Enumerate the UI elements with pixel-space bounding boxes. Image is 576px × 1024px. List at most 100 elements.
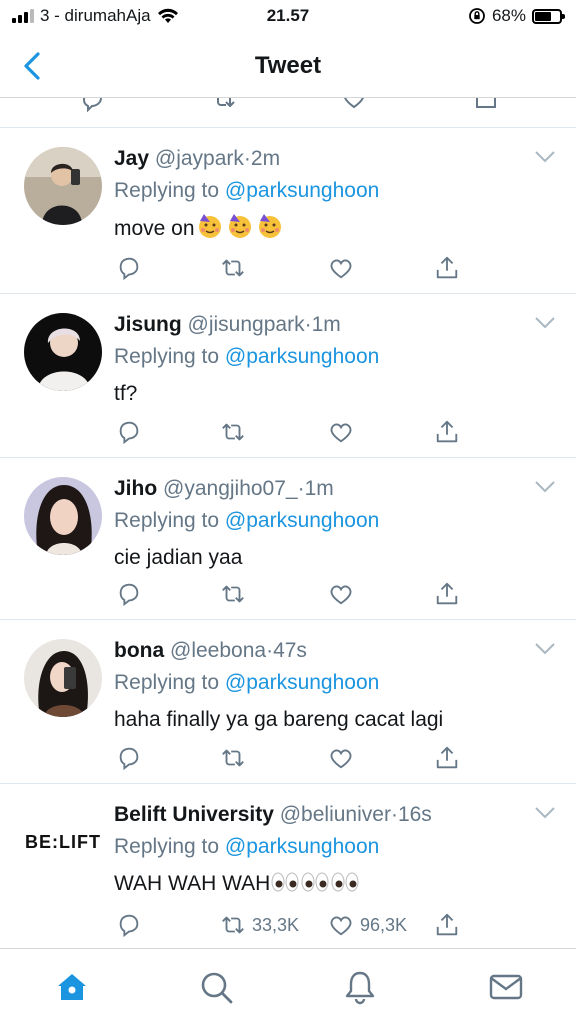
avatar[interactable]: BE:LIFT: [24, 803, 102, 881]
display-name[interactable]: Jisung: [114, 313, 182, 336]
share-button[interactable]: [434, 253, 460, 283]
partial-actions-row: [0, 98, 576, 128]
reply-icon: [119, 257, 139, 281]
like-button[interactable]: [328, 253, 360, 283]
status-right: 68%: [468, 6, 565, 26]
avatar[interactable]: [24, 477, 102, 555]
timestamp: 47s: [273, 639, 307, 662]
share-icon: [436, 913, 458, 936]
share-button[interactable]: [434, 743, 460, 773]
home-icon: [58, 974, 86, 1000]
tweet[interactable]: Jiho @yangjiho07_·1m Replying to @parksu…: [0, 458, 576, 620]
tweet[interactable]: Jisung @jisungpark·1m Replying to @parks…: [0, 294, 576, 458]
heart-icon: [330, 423, 352, 443]
tweet-body: Jisung @jisungpark·1m Replying to @parks…: [114, 310, 536, 412]
retweet-icon[interactable]: [210, 98, 238, 112]
mention-link[interactable]: @parksunghoon: [225, 509, 379, 532]
reply-button[interactable]: [116, 579, 142, 609]
mention-link[interactable]: @parksunghoon: [225, 345, 379, 368]
tweet-header: bona @leebona·47s: [114, 636, 536, 666]
display-name[interactable]: Jay: [114, 147, 149, 170]
reply-icon[interactable]: [78, 98, 106, 112]
display-name[interactable]: Jiho: [114, 477, 157, 500]
notifications-icon: [345, 971, 375, 1005]
share-button[interactable]: [434, 910, 460, 940]
share-button[interactable]: [434, 417, 460, 447]
tweet-list: Jay @jaypark·2m Replying to @parksunghoo…: [0, 128, 576, 950]
like-button[interactable]: [328, 743, 360, 773]
username[interactable]: @jaypark: [155, 147, 244, 170]
mention-link[interactable]: @parksunghoon: [225, 179, 379, 202]
timestamp: 1m: [304, 477, 334, 500]
tweet-header: Jisung @jisungpark·1m: [114, 310, 536, 340]
chevron-down-icon[interactable]: [534, 806, 556, 820]
avatar[interactable]: [24, 639, 102, 717]
username[interactable]: @beliuniver: [280, 803, 391, 826]
like-icon[interactable]: [340, 98, 368, 112]
replying-to: Replying to @parksunghoon: [114, 340, 536, 374]
reply-icon: [119, 583, 139, 607]
reply-icon: [119, 747, 139, 771]
status-left: 3 - dirumahAja: [12, 6, 179, 26]
share-button[interactable]: [434, 579, 460, 609]
share-icon[interactable]: [472, 98, 500, 112]
share-icon: [436, 746, 458, 769]
reply-button[interactable]: [116, 417, 142, 447]
separator: ·: [390, 803, 398, 826]
like-button[interactable]: [328, 417, 360, 447]
mention-link[interactable]: @parksunghoon: [225, 671, 379, 694]
separator: ·: [243, 147, 251, 170]
retweet-button[interactable]: 33,3K: [220, 910, 299, 940]
orientation-lock-icon: [469, 8, 485, 24]
carrier-label: 3 - dirumahAja: [40, 6, 151, 25]
wifi-icon: [157, 8, 178, 23]
separator: ·: [304, 313, 312, 336]
display-name[interactable]: bona: [114, 639, 164, 662]
username[interactable]: @leebona: [170, 639, 266, 662]
tweet-actions: [114, 253, 514, 283]
back-button[interactable]: [16, 48, 52, 84]
username[interactable]: @jisungpark: [188, 313, 305, 336]
heart-icon: [330, 749, 352, 769]
retweet-button[interactable]: [220, 253, 252, 283]
chevron-down-icon[interactable]: [534, 150, 556, 164]
tweet-text-content: WAH WAH WAH: [114, 872, 271, 895]
tab-search[interactable]: [196, 967, 236, 1007]
tweet-text: tf?: [114, 382, 138, 405]
reply-button[interactable]: [116, 743, 142, 773]
display-name[interactable]: Belift University: [114, 803, 274, 826]
like-button[interactable]: [328, 579, 360, 609]
tab-home[interactable]: [52, 967, 92, 1007]
reply-button[interactable]: [116, 253, 142, 283]
like-button[interactable]: 96,3K: [328, 910, 407, 940]
tweet-body: bona @leebona·47s Replying to @parksungh…: [114, 636, 536, 738]
tweet-text: WAH WAH WAH: [114, 866, 536, 902]
heart-icon: [330, 916, 352, 936]
tweet[interactable]: BE:LIFT Belift University @beliuniver·16…: [0, 784, 576, 950]
tweet-text: cie jadian yaa: [114, 546, 243, 569]
replying-label: Replying to: [114, 835, 220, 858]
partying-face-emoji-icon: [258, 214, 281, 238]
retweet-button[interactable]: [220, 579, 252, 609]
retweet-count: 33,3K: [252, 914, 300, 935]
tweet[interactable]: Jay @jaypark·2m Replying to @parksunghoo…: [0, 128, 576, 294]
tweet-text: move on: [114, 210, 536, 247]
heart-icon: [330, 259, 352, 279]
retweet-icon: [222, 423, 244, 441]
chevron-down-icon[interactable]: [534, 316, 556, 330]
tab-messages[interactable]: [486, 967, 526, 1007]
username[interactable]: @yangjiho07_: [163, 477, 298, 500]
retweet-icon: [222, 585, 244, 603]
tweet-text-content: move on: [114, 217, 195, 240]
mention-link[interactable]: @parksunghoon: [225, 835, 379, 858]
retweet-button[interactable]: [220, 417, 252, 447]
avatar[interactable]: [24, 147, 102, 225]
chevron-down-icon[interactable]: [534, 642, 556, 656]
retweet-button[interactable]: [220, 743, 252, 773]
tab-notifications[interactable]: [340, 967, 380, 1007]
tweet[interactable]: bona @leebona·47s Replying to @parksungh…: [0, 620, 576, 784]
reply-button[interactable]: [116, 910, 142, 940]
partying-face-emoji-icon: [228, 214, 251, 238]
chevron-down-icon[interactable]: [534, 480, 556, 494]
avatar[interactable]: [24, 313, 102, 391]
